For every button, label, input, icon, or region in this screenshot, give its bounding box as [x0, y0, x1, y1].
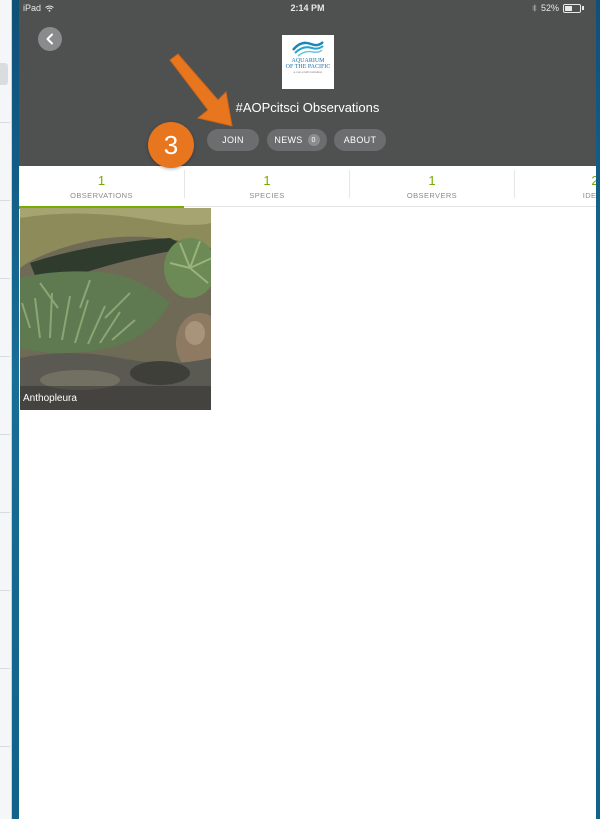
battery-icon	[563, 3, 581, 13]
about-label: ABOUT	[343, 135, 377, 145]
battery-percent: 52%	[540, 3, 559, 13]
wave-logo-icon	[292, 41, 324, 57]
tab-count: 2	[591, 173, 596, 188]
tab-divider	[514, 170, 515, 198]
background-scroll-mark	[0, 63, 8, 85]
join-label: JOIN	[222, 135, 244, 145]
project-stats-tabs: 1 OBSERVATIONS 1 SPECIES 1 OBSERVERS 2 I…	[19, 166, 596, 209]
background-divider	[0, 122, 10, 123]
project-title: #AOPcitsci Observations	[235, 100, 380, 115]
background-divider	[0, 434, 10, 435]
background-divider	[0, 356, 10, 357]
step-number-callout: 3	[148, 122, 194, 168]
observation-tile[interactable]: Anthopleura	[20, 208, 211, 410]
battery-nub	[582, 6, 584, 10]
tab-observations[interactable]: 1 OBSERVATIONS	[19, 166, 184, 209]
back-button[interactable]	[38, 27, 62, 51]
background-divider	[0, 278, 10, 279]
project-logo: AQUARIUM OF THE PACIFIC a non-profit ins…	[282, 35, 334, 89]
background-divider	[0, 590, 10, 591]
background-window-edge	[0, 0, 12, 819]
tab-label: IDENT	[582, 191, 596, 200]
background-divider	[0, 746, 10, 747]
tab-label: OBSERVERS	[406, 191, 458, 200]
join-button[interactable]: JOIN	[207, 129, 259, 151]
logo-tagline: a non-profit institution	[293, 70, 323, 74]
status-time: 2:14 PM	[290, 3, 325, 13]
tab-label: SPECIES	[249, 191, 285, 200]
about-button[interactable]: ABOUT	[334, 129, 386, 151]
background-divider	[0, 668, 10, 669]
status-bar: iPad 2:14 PM 52%	[19, 0, 596, 16]
news-button[interactable]: NEWS 0	[267, 129, 327, 151]
tab-identifiers[interactable]: 2 IDENT	[553, 166, 596, 206]
news-count-badge: 0	[307, 134, 320, 146]
tab-label: OBSERVATIONS	[70, 191, 133, 200]
tab-count: 1	[97, 173, 106, 188]
ipad-screen: iPad 2:14 PM 52% AQUARIUM OF THE PACIFIC…	[19, 0, 596, 819]
background-divider	[0, 200, 10, 201]
chevron-left-icon	[46, 33, 53, 45]
project-header: iPad 2:14 PM 52% AQUARIUM OF THE PACIFIC…	[19, 0, 596, 166]
annotation-arrow	[169, 53, 233, 127]
tab-count: 1	[263, 173, 271, 188]
bluetooth-icon	[532, 4, 537, 12]
battery-level	[565, 5, 572, 11]
observation-taxon-label: Anthopleura	[20, 386, 211, 410]
tab-observers[interactable]: 1 OBSERVERS	[350, 166, 514, 206]
background-divider	[0, 512, 10, 513]
tab-count: 1	[428, 173, 436, 188]
tab-species[interactable]: 1 SPECIES	[185, 166, 349, 206]
observation-photo	[20, 208, 211, 410]
status-right: 52%	[532, 3, 584, 13]
news-label: NEWS	[274, 135, 303, 145]
